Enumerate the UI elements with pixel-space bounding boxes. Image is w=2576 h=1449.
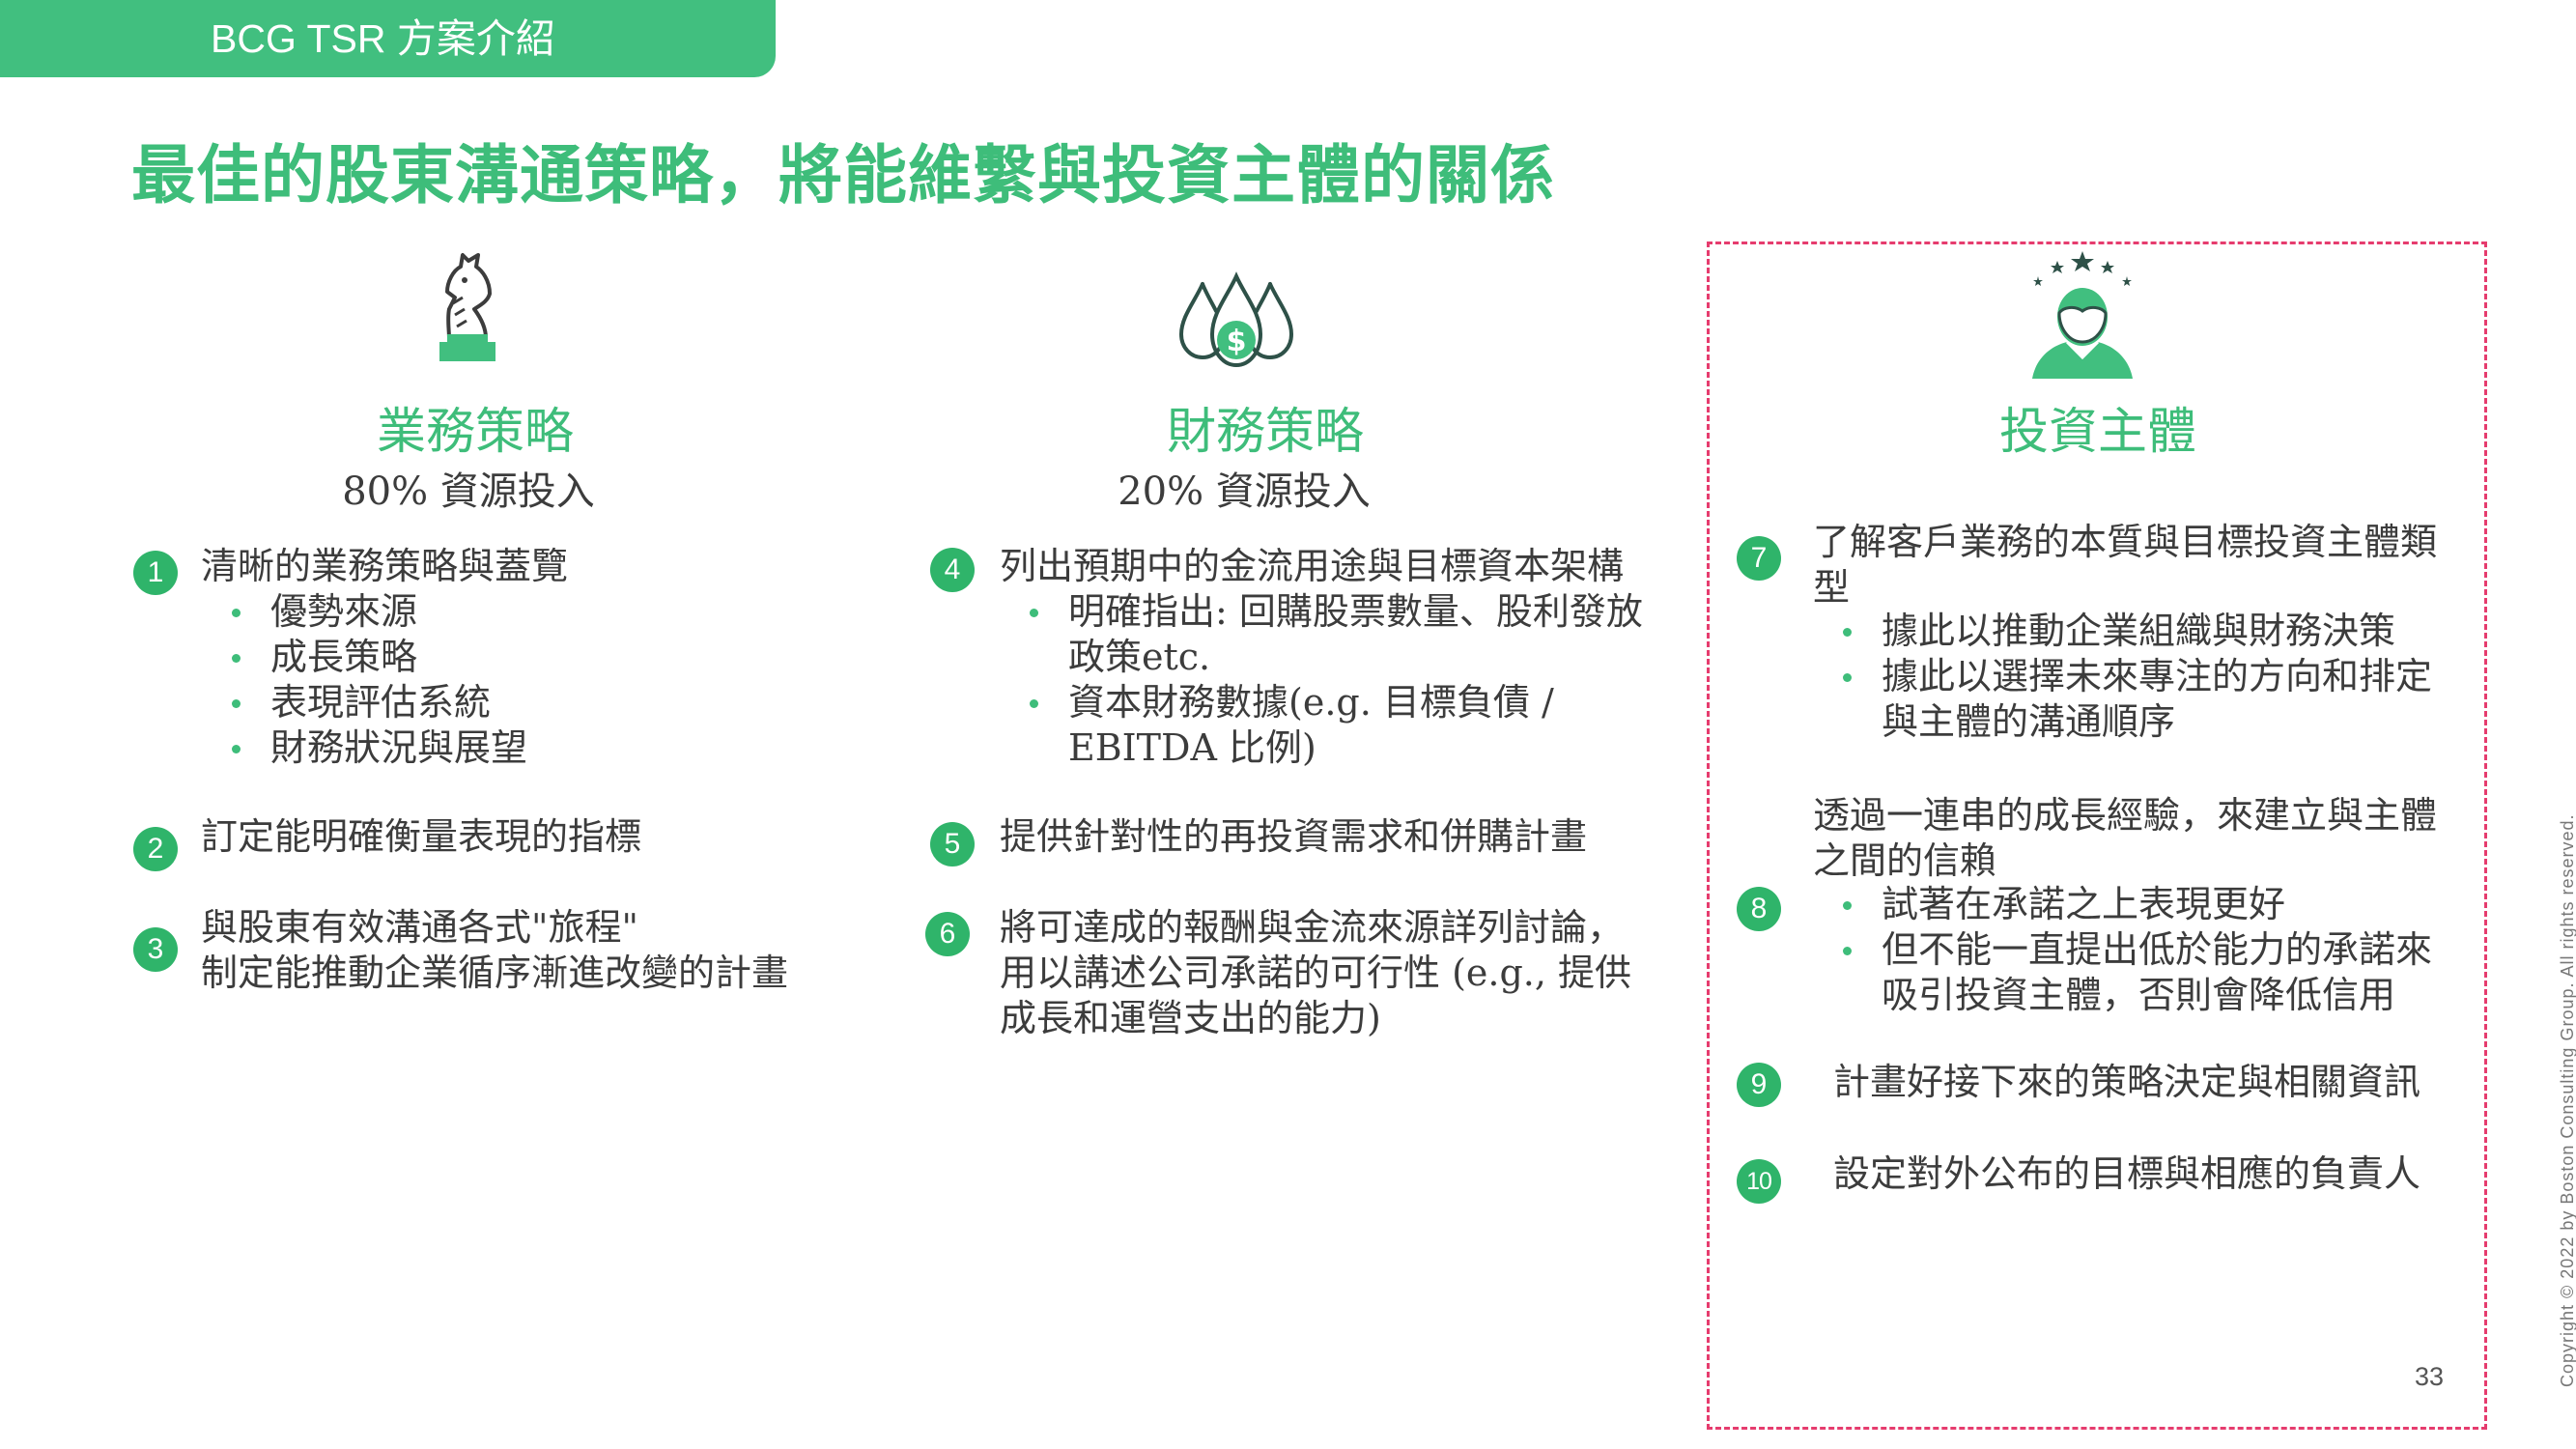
list-item: 表現評估系統 xyxy=(231,680,527,725)
bullet-line: 吸引投資主體，否則會降低信用 xyxy=(1882,974,2396,1016)
page-title: 最佳的股東溝通策略，將能維繫與投資主體的關係 xyxy=(131,137,1555,213)
business-resource-share: 80% 資源投入 xyxy=(342,469,595,514)
investor-stars-icon xyxy=(2032,251,2133,379)
item-line: 制定能推動企業循序漸進改變的計畫 xyxy=(201,952,789,994)
item-line: 透過一連串的成長經驗，來建立與主體 xyxy=(1813,794,2438,837)
item-line: 與股東有效溝通各式"旅程" xyxy=(201,906,638,949)
bullet-line: 據此以選擇未來專注的方向和排定 xyxy=(1882,655,2433,697)
investor-item-8-bullets: 試著在承諾之上表現更好 但不能一直提出低於能力的承諾來 吸引投資主體，否則會降低… xyxy=(1842,882,2433,1018)
investor-title: 投資主體 xyxy=(1998,404,2197,461)
svg-text:$: $ xyxy=(1227,325,1247,358)
bullet-line: 資本財務數據(e.g. 目標負債 / xyxy=(1068,681,1554,724)
bullet-line: 明確指出: 回購股票數量、股利發放 xyxy=(1068,590,1643,633)
investor-item-7: 了解客戶業務的本質與目標投資主體類 型 xyxy=(1813,520,2437,611)
item-line: 用以講述公司承諾的可行性 (e.g., 提供 xyxy=(1000,952,1632,994)
finance-item-5: 提供針對性的再投資需求和併購計畫 xyxy=(1000,815,1588,858)
item-line: 了解客戶業務的本質與目標投資主體類 xyxy=(1813,521,2438,563)
item-number-badge: 10 xyxy=(1737,1159,1781,1204)
financial-resource-share: 20% 資源投入 xyxy=(1118,469,1371,514)
list-item: 財務狀況與展望 xyxy=(231,726,528,769)
item-number-badge: 4 xyxy=(930,548,975,592)
item-number-badge: 5 xyxy=(930,822,975,867)
list-item: 成長策略 xyxy=(231,635,527,680)
money-drops-icon: $ xyxy=(1178,271,1294,368)
item-number-badge: 6 xyxy=(925,912,970,956)
list-item: 但不能一直提出低於能力的承諾來 吸引投資主體，否則會降低信用 xyxy=(1842,927,2433,1018)
investor-item-10: 設定對外公布的目標與相應的負責人 xyxy=(1833,1152,2421,1195)
list-item: 明確指出: 回購股票數量、股利發放 政策etc. xyxy=(1030,589,1643,680)
bullet-line: 但不能一直提出低於能力的承諾來 xyxy=(1882,928,2433,971)
item-line: 型 xyxy=(1813,566,1851,609)
list-item: 優勢來源 xyxy=(231,589,527,635)
item-line: 將可達成的報酬與金流來源詳列討論， xyxy=(1000,906,1625,949)
item-number-badge: 9 xyxy=(1737,1063,1781,1107)
finance-item-6: 將可達成的報酬與金流來源詳列討論， 用以講述公司承諾的可行性 (e.g., 提供… xyxy=(1000,905,1631,1041)
business-item-1-bullets: 優勢來源 成長策略 表現評估系統 財務狀況與展望 xyxy=(231,589,528,771)
business-item-1: 清晰的業務策略與蓋覽 xyxy=(201,545,569,587)
bullet-line: EBITDA 比例) xyxy=(1068,726,1316,769)
list-item: 資本財務數據(e.g. 目標負債 / EBITDA 比例) xyxy=(1030,680,1643,771)
chess-knight-icon xyxy=(439,253,495,361)
item-line: 之間的信賴 xyxy=(1813,839,1997,882)
finance-item-4: 列出預期中的金流用途與目標資本架構 xyxy=(1000,545,1625,587)
business-strategy-title: 業務策略 xyxy=(376,404,575,461)
finance-item-4-bullets: 明確指出: 回購股票數量、股利發放 政策etc. 資本財務數據(e.g. 目標負… xyxy=(1030,589,1643,771)
investor-item-8: 透過一連串的成長經驗，來建立與主體 之間的信賴 xyxy=(1813,793,2437,884)
item-number-badge: 1 xyxy=(133,551,178,595)
bullet-line: 試著在承諾之上表現更好 xyxy=(1882,883,2286,925)
item-line: 成長和運營支出的能力) xyxy=(1000,997,1381,1039)
list-item: 試著在承諾之上表現更好 xyxy=(1842,882,2432,927)
business-item-3: 與股東有效溝通各式"旅程" 制定能推動企業循序漸進改變的計畫 xyxy=(201,905,788,996)
bullet-line: 據此以推動企業組織與財務決策 xyxy=(1882,610,2396,652)
bullet-line: 政策etc. xyxy=(1068,636,1211,678)
item-number-badge: 2 xyxy=(133,827,178,871)
list-item: 據此以選擇未來專注的方向和排定 與主體的溝通順序 xyxy=(1842,654,2433,745)
business-item-2: 訂定能明確衡量表現的指標 xyxy=(201,815,642,858)
item-number-badge: 8 xyxy=(1737,887,1781,931)
page-number: 33 xyxy=(2415,1362,2445,1391)
item-number-badge: 7 xyxy=(1737,536,1781,581)
list-item: 據此以推動企業組織與財務決策 xyxy=(1842,609,2432,654)
section-tag: BCG TSR 方案介紹 xyxy=(0,0,776,77)
investor-item-7-bullets: 據此以推動企業組織與財務決策 據此以選擇未來專注的方向和排定 與主體的溝通順序 xyxy=(1842,609,2433,745)
item-number-badge: 3 xyxy=(133,927,178,972)
copyright-notice: Copyright © 2022 by Boston Consulting Gr… xyxy=(2558,813,2576,1387)
bullet-line: 與主體的溝通順序 xyxy=(1882,700,2176,743)
investor-item-9: 計畫好接下來的策略決定與相關資訊 xyxy=(1833,1061,2421,1103)
financial-strategy-title: 財務策略 xyxy=(1166,404,1365,461)
